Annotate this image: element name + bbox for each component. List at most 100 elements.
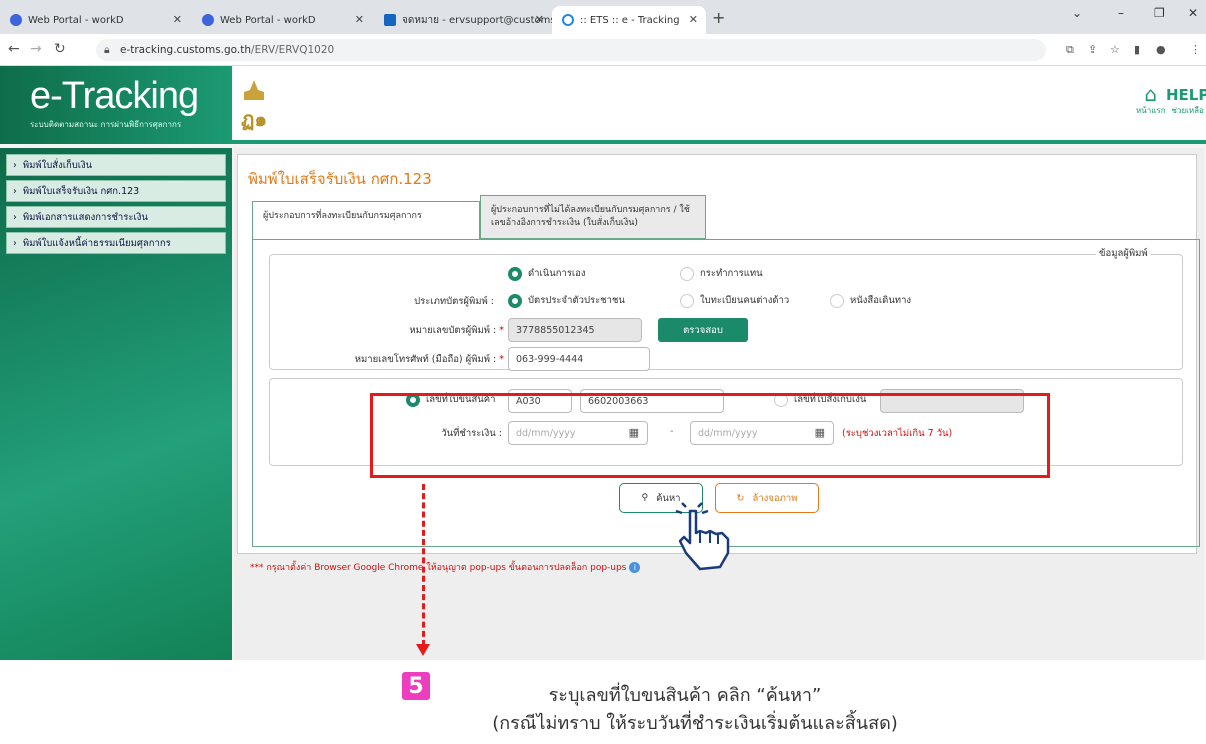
home-link[interactable]: ⌂ หน้าแรก xyxy=(1136,84,1166,117)
url-field[interactable]: 🔒︎ e-tracking.customs.go.th/ERV/ERVQ1020 xyxy=(96,39,1046,61)
receipt-panel: พิมพ์ใบเสร็จรับเงิน กศก.123 ผู้ประกอบการ… xyxy=(237,154,1200,554)
phone-label: หมายเลขโทรศัพท์ (มือถือ) ผู้พิมพ์ : * xyxy=(355,352,504,367)
search-icon: ⚲ xyxy=(641,493,649,503)
share-icon[interactable]: ⇪ xyxy=(1088,43,1097,56)
mail-favicon-icon xyxy=(384,14,396,26)
radio-passport[interactable]: หนังสือเดินทาง xyxy=(830,293,911,308)
printer-info-legend: ข้อมูลผู้พิมพ์ xyxy=(1096,246,1151,261)
sidebar-item-label: พิมพ์ใบสั่งเก็บเงิน xyxy=(22,159,93,171)
url-path: /ERV/ERVQ1020 xyxy=(251,44,335,56)
radio-label: ใบทะเบียนคนต่างด้าว xyxy=(700,295,790,306)
radio-alien-card[interactable]: ใบทะเบียนคนต่างด้าว xyxy=(680,293,789,308)
info-icon[interactable]: i xyxy=(629,562,641,573)
sidebar-item-label: พิมพ์ใบเสร็จรับเงิน กศก.123 xyxy=(22,185,140,197)
close-window-icon[interactable]: ✕ xyxy=(1188,6,1198,20)
help-link[interactable]: HELP ช่วยเหลือ xyxy=(1166,86,1206,117)
bookmark-star-icon[interactable]: ☆ xyxy=(1110,43,1120,56)
radio-on-behalf[interactable]: กระทำการแทน xyxy=(680,266,763,281)
portal-favicon-icon xyxy=(10,14,22,26)
printer-info-fieldset: ข้อมูลผู้พิมพ์ ดำเนินการเอง กระทำการแทน … xyxy=(269,246,1183,371)
sidebar-item-label: พิมพ์ใบแจ้งหนี้ค่าธรรมเนียมศุลกากร xyxy=(22,237,171,249)
close-tab-icon[interactable]: ✕ xyxy=(173,13,182,26)
help-title: HELP xyxy=(1166,86,1206,104)
customs-crest-icon: ฏ๑ xyxy=(240,80,268,131)
browser-tab[interactable]: Web Portal - workD ✕ xyxy=(192,6,372,34)
url-host: e-tracking.customs.go.th xyxy=(120,44,252,56)
tab-registered[interactable]: ผู้ประกอบการที่ลงทะเบียนกับกรมศุลกากร xyxy=(252,201,480,239)
home-label: หน้าแรก xyxy=(1136,106,1166,115)
radio-checked-icon xyxy=(508,293,522,308)
phone-input[interactable]: 063-999-4444 xyxy=(508,347,650,371)
logo-subtitle: ระบบติดตามสถานะ การผ่านพิธีการศุลกากร xyxy=(30,120,182,129)
close-tab-icon[interactable]: ✕ xyxy=(535,13,544,26)
arrow-down-icon xyxy=(416,644,430,656)
clear-button-label: ล้างจอภาพ xyxy=(752,492,798,504)
back-icon[interactable]: ← xyxy=(8,41,20,57)
dashed-arrow-line xyxy=(422,484,425,646)
close-tab-icon[interactable]: ✕ xyxy=(689,13,698,26)
tab-title: :: ETS :: e - Tracking xyxy=(580,14,680,26)
required-mark: * xyxy=(496,325,504,336)
install-icon[interactable]: ⧉ xyxy=(1066,43,1074,57)
browser-tab[interactable]: Web Portal - workD ✕ xyxy=(0,6,190,34)
radio-label: หนังสือเดินทาง xyxy=(850,295,912,306)
tab-search-icon[interactable]: ⌄ xyxy=(1072,6,1082,20)
step-number-badge: 5 xyxy=(402,672,430,700)
chevron-right-icon: › xyxy=(13,211,17,223)
page-title: พิมพ์ใบเสร็จรับเงิน กศก.123 xyxy=(248,170,432,188)
verify-button[interactable]: ตรวจสอบ xyxy=(658,318,748,342)
restore-icon[interactable]: ❐ xyxy=(1154,6,1165,20)
sidebar-item-print-invoice[interactable]: › พิมพ์ใบแจ้งหนี้ค่าธรรมเนียมศุลกากร xyxy=(6,232,226,254)
minimize-icon[interactable]: – xyxy=(1118,6,1124,20)
profile-icon[interactable]: ● xyxy=(1156,43,1166,56)
sidebar-item-label: พิมพ์เอกสารแสดงการชำระเงิน xyxy=(22,211,148,223)
menu-kebab-icon[interactable]: ⋮ xyxy=(1190,43,1201,56)
radio-unchecked-icon xyxy=(680,293,694,308)
tab-title: จดหมาย - ervsupport@customs.g xyxy=(402,14,552,26)
browser-tab-active[interactable]: :: ETS :: e - Tracking ✕ xyxy=(552,6,706,34)
forward-icon[interactable]: → xyxy=(30,41,42,57)
reload-icon[interactable]: ↻ xyxy=(54,41,66,57)
card-no-label: หมายเลขบัตรผู้พิมพ์ : * xyxy=(409,323,504,338)
screenshot-frame: Web Portal - workD ✕ Web Portal - workD … xyxy=(0,0,1206,744)
sidebar: › พิมพ์ใบสั่งเก็บเงิน › พิมพ์ใบเสร็จรับเ… xyxy=(0,148,232,660)
phone-label-text: หมายเลขโทรศัพท์ (มือถือ) ผู้พิมพ์ : xyxy=(354,354,497,365)
help-label: ช่วยเหลือ xyxy=(1171,106,1204,115)
address-bar-row: ← → ↻ 🔒︎ e-tracking.customs.go.th/ERV/ER… xyxy=(0,34,1206,66)
highlight-box xyxy=(370,393,1050,478)
sidebar-item-print-bill[interactable]: › พิมพ์ใบสั่งเก็บเงิน xyxy=(6,154,226,176)
popup-note: *** กรุณาตั้งค่า Browser Google Chrome ใ… xyxy=(250,560,641,574)
radio-unchecked-icon xyxy=(830,293,844,308)
popup-note-text: *** กรุณาตั้งค่า Browser Google Chrome ใ… xyxy=(250,563,627,573)
new-tab-icon[interactable]: + xyxy=(712,8,725,27)
browser-tab-strip: Web Portal - workD ✕ Web Portal - workD … xyxy=(0,0,1206,34)
home-icon: ⌂ xyxy=(1144,82,1158,106)
side-panel-icon[interactable]: ▮ xyxy=(1134,43,1140,56)
close-tab-icon[interactable]: ✕ xyxy=(355,13,364,26)
radio-label: ดำเนินการเอง xyxy=(528,268,586,279)
tab-title: Web Portal - workD xyxy=(28,14,124,26)
sidebar-item-print-payment-doc[interactable]: › พิมพ์เอกสารแสดงการชำระเงิน xyxy=(6,206,226,228)
card-no-input[interactable]: 3778855012345 xyxy=(508,318,642,342)
browser-tab[interactable]: จดหมาย - ervsupport@customs.g ✕ xyxy=(374,6,552,34)
radio-self[interactable]: ดำเนินการเอง xyxy=(508,266,586,281)
chevron-right-icon: › xyxy=(13,159,17,171)
portal-favicon-icon xyxy=(202,14,214,26)
site-logo[interactable]: e-Tracking ระบบติดตามสถานะ การผ่านพิธีกา… xyxy=(0,66,232,144)
instruction-line-2: (กรณีไม่ทราบ ให้ระบวันที่ชำระเงินเริ่มต้… xyxy=(492,713,898,734)
radio-checked-icon xyxy=(508,266,522,281)
pointer-hand-icon xyxy=(672,497,742,577)
tab-unregistered[interactable]: ผู้ประกอบการที่ไม่ได้ลงทะเบียนกับกรมศุลก… xyxy=(480,195,706,239)
tab-title: Web Portal - workD xyxy=(220,14,316,26)
radio-label: กระทำการแทน xyxy=(700,268,763,279)
radio-id-card[interactable]: บัตรประจำตัวประชาชน xyxy=(508,293,625,308)
chevron-right-icon: › xyxy=(13,237,17,249)
card-no-label-text: หมายเลขบัตรผู้พิมพ์ : xyxy=(409,325,497,336)
sidebar-item-print-receipt[interactable]: › พิมพ์ใบเสร็จรับเงิน กศก.123 xyxy=(6,180,226,202)
lock-icon: 🔒︎ xyxy=(104,43,110,56)
required-mark: * xyxy=(496,354,504,365)
logo-text: e-Tracking xyxy=(30,75,199,117)
ie-favicon-icon xyxy=(562,14,574,26)
instruction-line-1: ระบุเลขที่ใบขนสินค้า คลิก “ค้นหา” xyxy=(548,685,822,706)
site-header: e-Tracking ระบบติดตามสถานะ การผ่านพิธีกา… xyxy=(0,66,1206,144)
